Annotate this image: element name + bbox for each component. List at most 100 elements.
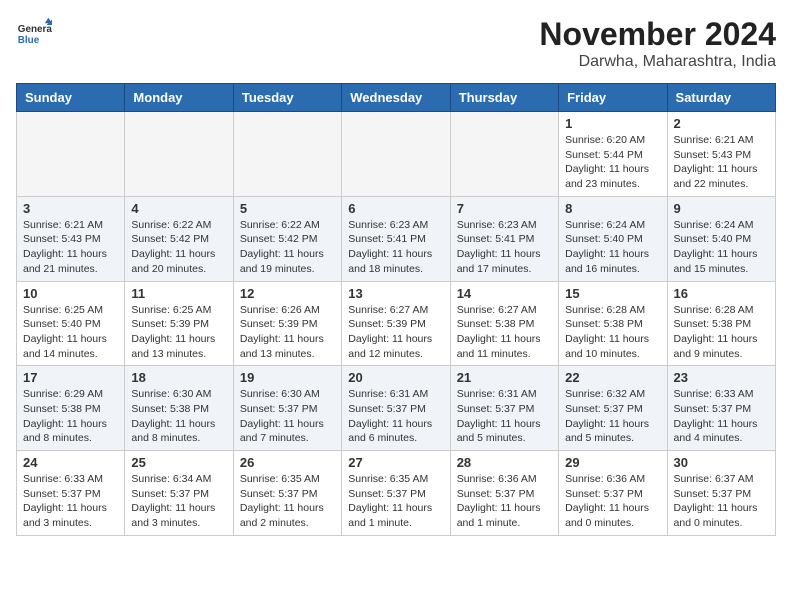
- calendar-header-row: SundayMondayTuesdayWednesdayThursdayFrid…: [17, 84, 776, 112]
- day-number: 11: [131, 286, 226, 301]
- calendar-day-cell: 6 Sunrise: 6:23 AMSunset: 5:41 PMDaylight…: [342, 196, 450, 281]
- day-info: Sunrise: 6:36 AMSunset: 5:37 PMDaylight:…: [565, 472, 660, 531]
- location-title: Darwha, Maharashtra, India: [539, 53, 776, 71]
- day-number: 15: [565, 286, 660, 301]
- day-info: Sunrise: 6:21 AMSunset: 5:43 PMDaylight:…: [674, 133, 769, 192]
- day-info: Sunrise: 6:28 AMSunset: 5:38 PMDaylight:…: [674, 303, 769, 362]
- day-info: Sunrise: 6:22 AMSunset: 5:42 PMDaylight:…: [240, 218, 335, 277]
- day-number: 23: [674, 370, 769, 385]
- calendar-day-cell: 4 Sunrise: 6:22 AMSunset: 5:42 PMDaylight…: [125, 196, 233, 281]
- calendar-day-cell: 20 Sunrise: 6:31 AMSunset: 5:37 PMDayligh…: [342, 366, 450, 451]
- day-number: 18: [131, 370, 226, 385]
- day-info: Sunrise: 6:30 AMSunset: 5:37 PMDaylight:…: [240, 387, 335, 446]
- calendar-week-row: 17 Sunrise: 6:29 AMSunset: 5:38 PMDayligh…: [17, 366, 776, 451]
- day-number: 21: [457, 370, 552, 385]
- day-number: 30: [674, 455, 769, 470]
- logo: General Blue: [16, 16, 52, 52]
- day-info: Sunrise: 6:22 AMSunset: 5:42 PMDaylight:…: [131, 218, 226, 277]
- calendar-day-cell: 24 Sunrise: 6:33 AMSunset: 5:37 PMDayligh…: [17, 451, 125, 536]
- day-number: 26: [240, 455, 335, 470]
- day-info: Sunrise: 6:23 AMSunset: 5:41 PMDaylight:…: [348, 218, 443, 277]
- day-number: 6: [348, 201, 443, 216]
- day-number: 7: [457, 201, 552, 216]
- weekday-header: Friday: [559, 84, 667, 112]
- day-info: Sunrise: 6:21 AMSunset: 5:43 PMDaylight:…: [23, 218, 118, 277]
- calendar-week-row: 10 Sunrise: 6:25 AMSunset: 5:40 PMDayligh…: [17, 281, 776, 366]
- day-number: 14: [457, 286, 552, 301]
- day-number: 5: [240, 201, 335, 216]
- calendar-table: SundayMondayTuesdayWednesdayThursdayFrid…: [16, 83, 776, 536]
- calendar-week-row: 3 Sunrise: 6:21 AMSunset: 5:43 PMDaylight…: [17, 196, 776, 281]
- day-info: Sunrise: 6:28 AMSunset: 5:38 PMDaylight:…: [565, 303, 660, 362]
- day-number: 17: [23, 370, 118, 385]
- calendar-day-cell: 1 Sunrise: 6:20 AMSunset: 5:44 PMDaylight…: [559, 112, 667, 197]
- day-info: Sunrise: 6:24 AMSunset: 5:40 PMDaylight:…: [674, 218, 769, 277]
- weekday-header: Monday: [125, 84, 233, 112]
- day-number: 10: [23, 286, 118, 301]
- calendar-day-cell: [233, 112, 341, 197]
- day-number: 2: [674, 116, 769, 131]
- svg-text:Blue: Blue: [18, 35, 40, 46]
- day-number: 3: [23, 201, 118, 216]
- day-number: 24: [23, 455, 118, 470]
- calendar-day-cell: 27Sunrise: 6:35 AMSunset: 5:37 PMDayligh…: [342, 451, 450, 536]
- calendar-day-cell: 16 Sunrise: 6:28 AMSunset: 5:38 PMDayligh…: [667, 281, 775, 366]
- day-number: 28: [457, 455, 552, 470]
- calendar-day-cell: 5 Sunrise: 6:22 AMSunset: 5:42 PMDaylight…: [233, 196, 341, 281]
- weekday-header: Wednesday: [342, 84, 450, 112]
- calendar-day-cell: [450, 112, 558, 197]
- day-info: Sunrise: 6:31 AMSunset: 5:37 PMDaylight:…: [457, 387, 552, 446]
- calendar-day-cell: 15 Sunrise: 6:28 AMSunset: 5:38 PMDayligh…: [559, 281, 667, 366]
- calendar-day-cell: 29 Sunrise: 6:36 AMSunset: 5:37 PMDayligh…: [559, 451, 667, 536]
- calendar-day-cell: 26 Sunrise: 6:35 AMSunset: 5:37 PMDayligh…: [233, 451, 341, 536]
- calendar-day-cell: 12Sunrise: 6:26 AMSunset: 5:39 PMDayligh…: [233, 281, 341, 366]
- calendar-day-cell: 11 Sunrise: 6:25 AMSunset: 5:39 PMDayligh…: [125, 281, 233, 366]
- day-info: Sunrise: 6:33 AMSunset: 5:37 PMDaylight:…: [674, 387, 769, 446]
- day-info: Sunrise: 6:25 AMSunset: 5:40 PMDaylight:…: [23, 303, 118, 362]
- calendar-day-cell: 18Sunrise: 6:30 AMSunset: 5:38 PMDayligh…: [125, 366, 233, 451]
- day-info: Sunrise: 6:24 AMSunset: 5:40 PMDaylight:…: [565, 218, 660, 277]
- calendar-week-row: 1 Sunrise: 6:20 AMSunset: 5:44 PMDaylight…: [17, 112, 776, 197]
- day-info: Sunrise: 6:35 AMSunset: 5:37 PMDaylight:…: [240, 472, 335, 531]
- day-info: Sunrise: 6:31 AMSunset: 5:37 PMDaylight:…: [348, 387, 443, 446]
- calendar-day-cell: [342, 112, 450, 197]
- calendar-day-cell: 7 Sunrise: 6:23 AMSunset: 5:41 PMDaylight…: [450, 196, 558, 281]
- weekday-header: Tuesday: [233, 84, 341, 112]
- day-info: Sunrise: 6:33 AMSunset: 5:37 PMDaylight:…: [23, 472, 118, 531]
- day-info: Sunrise: 6:37 AMSunset: 5:37 PMDaylight:…: [674, 472, 769, 531]
- day-number: 8: [565, 201, 660, 216]
- day-info: Sunrise: 6:34 AMSunset: 5:37 PMDaylight:…: [131, 472, 226, 531]
- day-info: Sunrise: 6:23 AMSunset: 5:41 PMDaylight:…: [457, 218, 552, 277]
- day-number: 16: [674, 286, 769, 301]
- day-info: Sunrise: 6:36 AMSunset: 5:37 PMDaylight:…: [457, 472, 552, 531]
- calendar-day-cell: 10 Sunrise: 6:25 AMSunset: 5:40 PMDayligh…: [17, 281, 125, 366]
- calendar-day-cell: 21 Sunrise: 6:31 AMSunset: 5:37 PMDayligh…: [450, 366, 558, 451]
- day-info: Sunrise: 6:29 AMSunset: 5:38 PMDaylight:…: [23, 387, 118, 446]
- month-title: November 2024: [539, 16, 776, 53]
- day-number: 22: [565, 370, 660, 385]
- day-info: Sunrise: 6:27 AMSunset: 5:38 PMDaylight:…: [457, 303, 552, 362]
- day-number: 9: [674, 201, 769, 216]
- day-info: Sunrise: 6:32 AMSunset: 5:37 PMDaylight:…: [565, 387, 660, 446]
- day-number: 4: [131, 201, 226, 216]
- calendar-day-cell: 2 Sunrise: 6:21 AMSunset: 5:43 PMDaylight…: [667, 112, 775, 197]
- day-number: 1: [565, 116, 660, 131]
- title-section: November 2024 Darwha, Maharashtra, India: [539, 16, 776, 71]
- weekday-header: Thursday: [450, 84, 558, 112]
- day-info: Sunrise: 6:25 AMSunset: 5:39 PMDaylight:…: [131, 303, 226, 362]
- day-info: Sunrise: 6:27 AMSunset: 5:39 PMDaylight:…: [348, 303, 443, 362]
- calendar-day-cell: 28 Sunrise: 6:36 AMSunset: 5:37 PMDayligh…: [450, 451, 558, 536]
- day-info: Sunrise: 6:20 AMSunset: 5:44 PMDaylight:…: [565, 133, 660, 192]
- calendar-day-cell: [17, 112, 125, 197]
- day-number: 29: [565, 455, 660, 470]
- day-info: Sunrise: 6:35 AMSunset: 5:37 PMDaylight:…: [348, 472, 443, 531]
- day-number: 20: [348, 370, 443, 385]
- logo-icon: General Blue: [16, 16, 52, 52]
- svg-text:General: General: [18, 24, 52, 35]
- calendar-day-cell: 17 Sunrise: 6:29 AMSunset: 5:38 PMDayligh…: [17, 366, 125, 451]
- day-number: 13: [348, 286, 443, 301]
- calendar-week-row: 24 Sunrise: 6:33 AMSunset: 5:37 PMDayligh…: [17, 451, 776, 536]
- weekday-header: Saturday: [667, 84, 775, 112]
- page-header: General Blue November 2024 Darwha, Mahar…: [16, 16, 776, 71]
- calendar-day-cell: [125, 112, 233, 197]
